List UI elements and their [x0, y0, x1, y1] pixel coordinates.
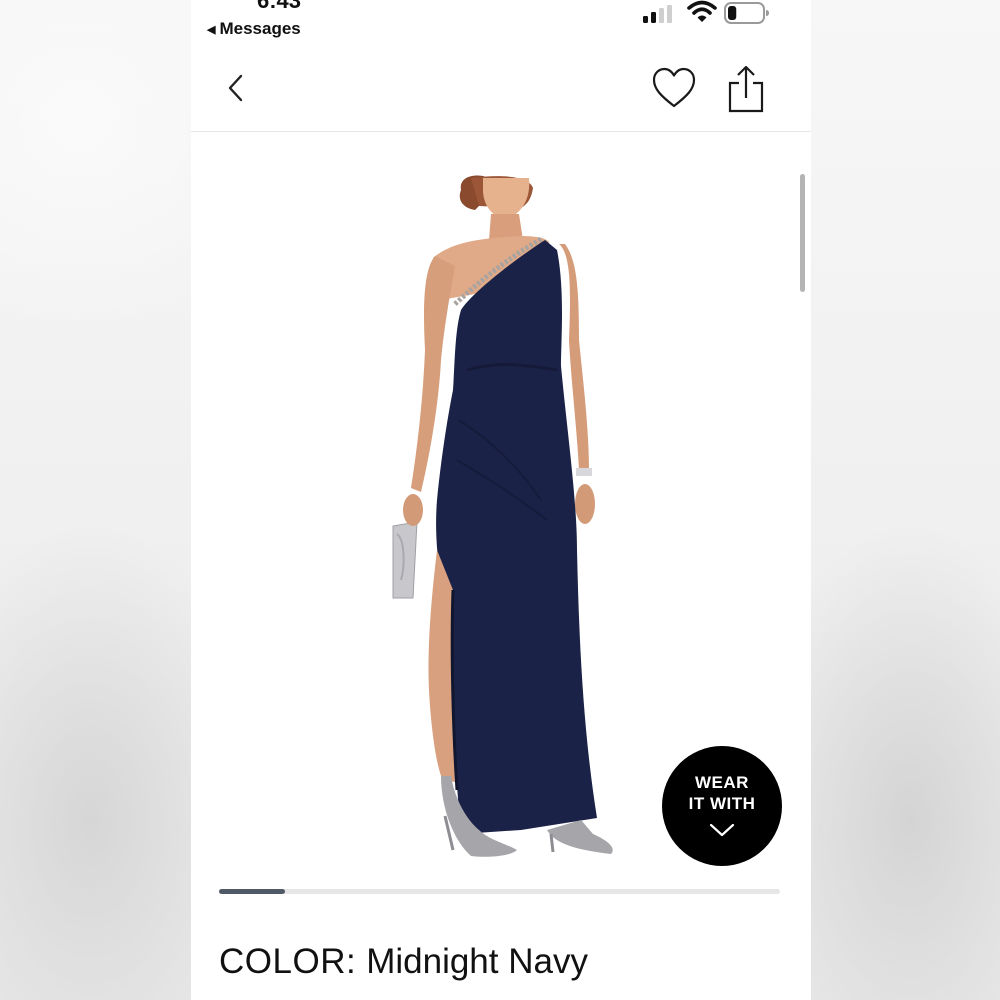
gallery-progress-track[interactable] [219, 889, 780, 894]
chevron-left-icon[interactable] [225, 74, 249, 102]
battery-icon [724, 2, 769, 24]
status-time: 6:43 [257, 0, 302, 13]
wear-line-1: WEAR [695, 773, 749, 792]
color-label: COLOR: [219, 942, 357, 981]
phone-screen: 6:43 ◀ Messages WEAR IT WITH COLOR: Midn… [191, 0, 811, 1000]
header-divider [191, 131, 811, 132]
back-triangle-icon: ◀ [207, 23, 216, 36]
color-value: Midnight Navy [366, 942, 588, 981]
wifi-icon [687, 0, 717, 22]
image-scrollbar[interactable] [800, 174, 805, 292]
cellular-signal-icon [643, 5, 672, 23]
wear-it-with-text: WEAR IT WITH [662, 772, 782, 814]
product-image[interactable] [371, 170, 671, 870]
wear-it-with-button[interactable]: WEAR IT WITH [662, 746, 782, 866]
chevron-down-icon [709, 823, 735, 837]
product-color: COLOR: Midnight Navy [219, 942, 588, 982]
back-to-app-link[interactable]: ◀ Messages [207, 19, 301, 39]
share-icon[interactable] [726, 64, 766, 114]
back-app-label: Messages [219, 19, 301, 38]
wear-line-2: IT WITH [688, 794, 756, 813]
gallery-progress-fill [219, 889, 285, 894]
heart-icon[interactable] [651, 66, 697, 110]
